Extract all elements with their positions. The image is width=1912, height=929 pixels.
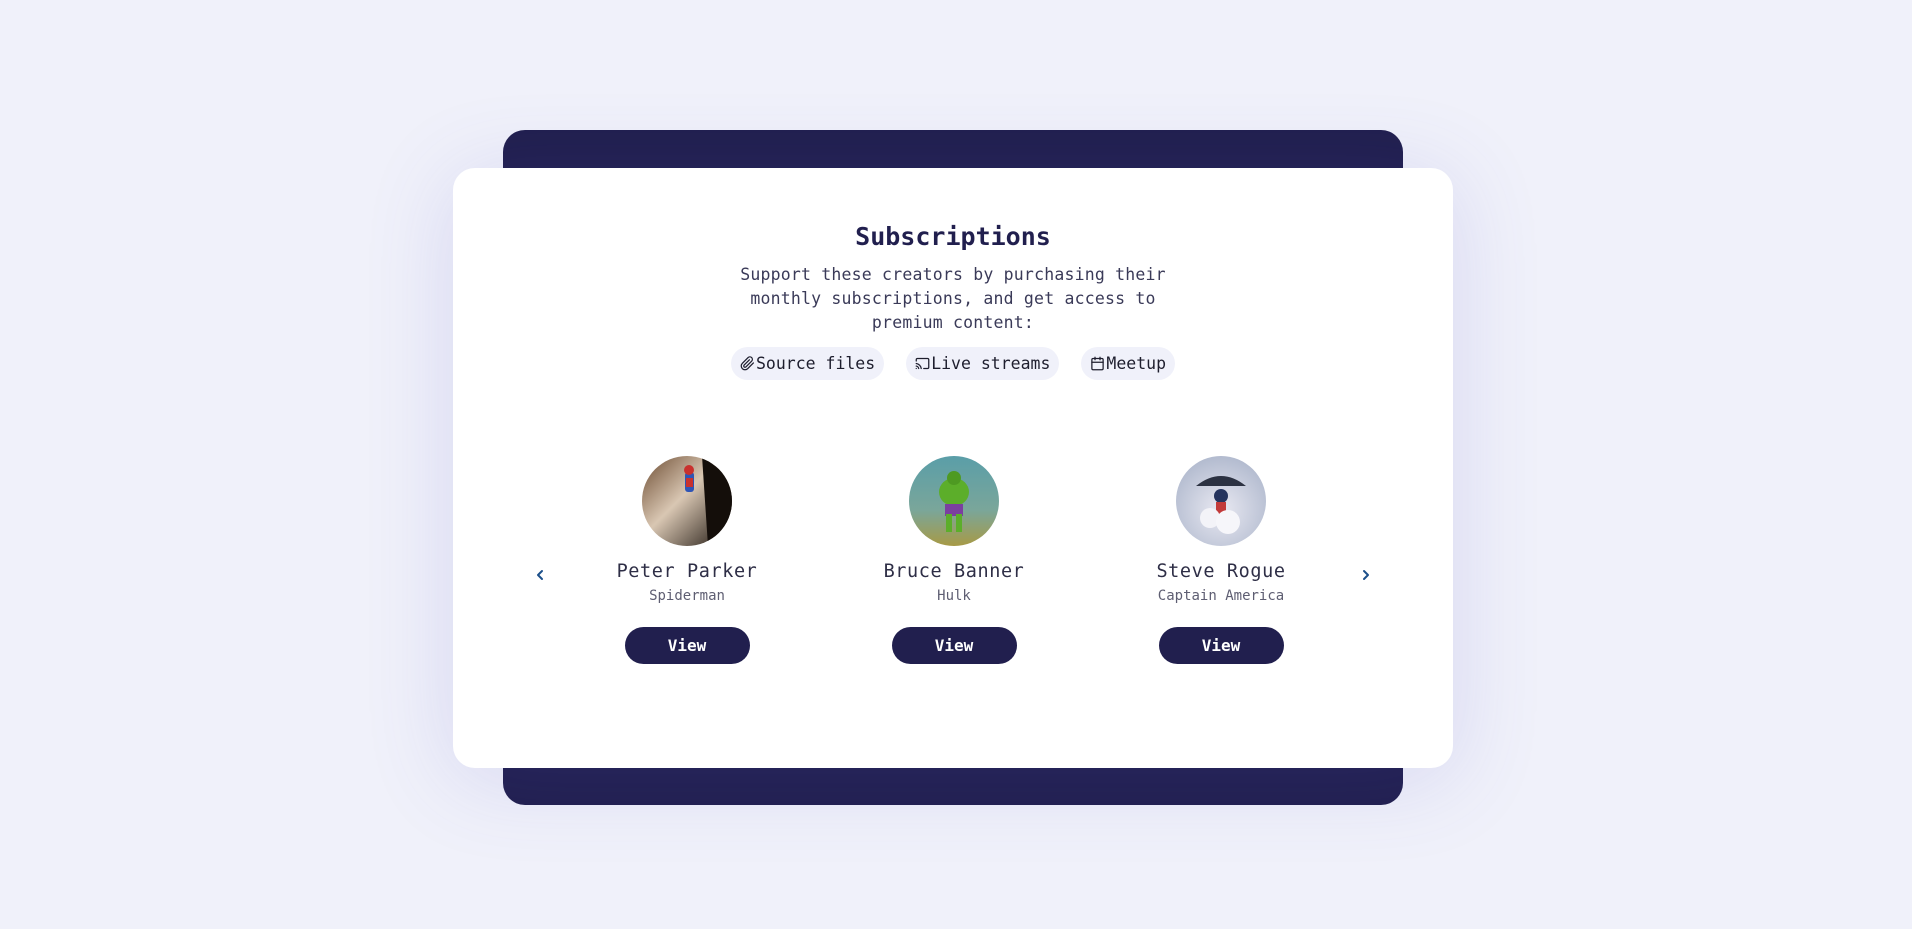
feature-label: Meetup — [1106, 354, 1167, 373]
calendar-icon — [1090, 356, 1105, 371]
chevron-left-icon — [537, 570, 543, 580]
creator-alias: Captain America — [1157, 588, 1285, 604]
page-title: Subscriptions — [855, 222, 1051, 251]
feature-label: Source files — [755, 354, 876, 373]
creator-carousel: Peter Parker Spiderman View Bruce Banner… — [527, 456, 1379, 686]
feature-list: Source files Live streams Meetup — [453, 347, 1453, 380]
creator-card-bruce-banner: Bruce Banner Hulk View — [844, 456, 1064, 664]
creator-alias: Spiderman — [649, 588, 725, 604]
view-button[interactable]: View — [1158, 627, 1284, 664]
paperclip-icon — [740, 356, 755, 371]
creator-card-peter-parker: Peter Parker Spiderman View — [577, 456, 797, 664]
view-button[interactable]: View — [891, 627, 1017, 664]
chevron-right-icon — [1363, 570, 1369, 580]
subscriptions-card: Subscriptions Support these creators by … — [453, 168, 1453, 768]
cast-icon — [915, 356, 930, 371]
feature-label: Live streams — [931, 354, 1051, 373]
creator-alias: Hulk — [937, 588, 971, 604]
view-button[interactable]: View — [624, 627, 750, 664]
creator-name: Steve Rogue — [1156, 561, 1286, 582]
creator-name: Peter Parker — [616, 561, 758, 582]
creator-card-steve-rogue: Steve Rogue Captain America View — [1111, 456, 1331, 664]
avatar — [909, 456, 999, 546]
carousel-prev-button[interactable] — [527, 562, 553, 588]
avatar — [642, 456, 732, 546]
avatar — [1176, 456, 1266, 546]
feature-chip-source-files: Source files — [730, 347, 885, 380]
description: Support these creators by purchasing the… — [740, 265, 1166, 332]
creator-name: Bruce Banner — [883, 561, 1025, 582]
carousel-next-button[interactable] — [1353, 562, 1379, 588]
feature-chip-live-streams: Live streams — [906, 347, 1060, 380]
feature-chip-meetup: Meetup — [1081, 347, 1176, 380]
